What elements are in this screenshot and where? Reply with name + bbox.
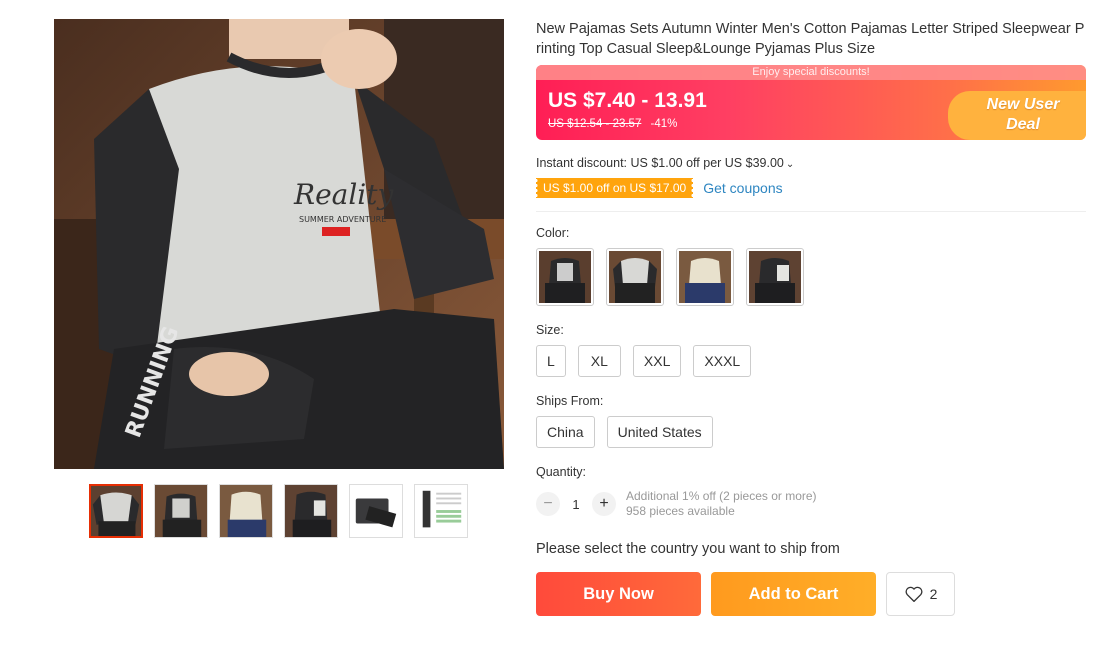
coupon-tag: US $1.00 off on US $17.00: [533, 178, 696, 198]
chevron-down-icon: ⌄: [785, 159, 795, 170]
product-title: New Pajamas Sets Autumn Winter Men's Cot…: [536, 21, 1085, 57]
deal-badge-line1: New User: [986, 96, 1060, 113]
svg-text:Reality: Reality: [293, 178, 395, 211]
deal-badge-text: New User Deal: [978, 95, 1068, 135]
deal-badge-line2: Deal: [1006, 116, 1040, 133]
quantity-stepper: − 1 + Additional 1% off (2 pieces or mor…: [536, 489, 1086, 519]
thumbnail-6[interactable]: [414, 484, 468, 538]
quantity-note: Additional 1% off (2 pieces or more) 958…: [626, 489, 817, 519]
size-option-xxxl[interactable]: XXXL: [693, 345, 752, 377]
add-to-cart-button[interactable]: Add to Cart: [711, 572, 876, 616]
stock-available: 958 pieces available: [626, 504, 735, 518]
svg-text:SUMMER ADVENTURE: SUMMER ADVENTURE: [299, 215, 386, 224]
coupon-row: US $1.00 off on US $17.00 Get coupons: [533, 178, 1086, 198]
size-option-l[interactable]: L: [536, 345, 566, 377]
thumbnail-strip: [89, 484, 468, 538]
current-price: US $7.40 - 13.91: [548, 89, 707, 112]
thumbnail-2[interactable]: [154, 484, 208, 538]
divider: [536, 211, 1086, 212]
bulk-discount-note: Additional 1% off (2 pieces or more): [626, 489, 817, 503]
ships-from-options: China United States: [536, 416, 1086, 448]
ships-from-label: Ships From:: [536, 394, 604, 408]
wishlist-count: 2: [929, 586, 938, 602]
thumbnail-1[interactable]: [89, 484, 143, 538]
ships-from-china[interactable]: China: [536, 416, 595, 448]
new-user-deal-badge: New User Deal: [948, 91, 1086, 140]
color-swatch-2[interactable]: [606, 248, 664, 306]
thumbnail-5[interactable]: [349, 484, 403, 538]
quantity-value[interactable]: 1: [560, 497, 592, 512]
size-option-xl[interactable]: XL: [577, 345, 621, 377]
color-swatches: [536, 248, 1086, 306]
ship-country-message: Please select the country you want to sh…: [536, 541, 840, 557]
quantity-decrease-button[interactable]: −: [536, 492, 560, 516]
color-swatch-4[interactable]: [746, 248, 804, 306]
quantity-increase-button[interactable]: +: [592, 492, 616, 516]
original-price: US $12.54 - 23.57: [548, 118, 642, 130]
size-label: Size:: [536, 323, 564, 337]
instant-discount[interactable]: Instant discount: US $1.00 off per US $3…: [536, 156, 1086, 170]
main-product-image[interactable]: Reality SUMMER ADVENTURE RUNNING: [54, 19, 504, 469]
color-label: Color:: [536, 226, 570, 240]
promo-strip: Enjoy special discounts!: [536, 65, 1086, 80]
product-photo: Reality SUMMER ADVENTURE RUNNING: [54, 19, 504, 469]
instant-discount-text: Instant discount: US $1.00 off per US $3…: [536, 156, 784, 170]
buy-now-button[interactable]: Buy Now: [536, 572, 701, 616]
action-buttons: Buy Now Add to Cart 2: [536, 572, 1086, 616]
wishlist-button[interactable]: 2: [886, 572, 955, 616]
thumbnail-4[interactable]: [284, 484, 338, 538]
quantity-label: Quantity:: [536, 465, 587, 479]
color-swatch-3[interactable]: [676, 248, 734, 306]
get-coupons-link[interactable]: Get coupons: [703, 180, 782, 196]
ships-from-united-states[interactable]: United States: [606, 416, 713, 448]
size-options: L XL XXL XXXL: [536, 345, 1086, 377]
color-swatch-1[interactable]: [536, 248, 594, 306]
thumbnail-3[interactable]: [219, 484, 273, 538]
original-price-row: US $12.54 - 23.57 -41%: [548, 118, 677, 130]
product-info: New Pajamas Sets Autumn Winter Men's Cot…: [533, 19, 1086, 616]
heart-icon: [905, 586, 923, 603]
discount-percent: -41%: [650, 118, 678, 130]
size-option-xxl[interactable]: XXL: [632, 345, 682, 377]
price-banner: Enjoy special discounts! US $7.40 - 13.9…: [536, 65, 1086, 140]
